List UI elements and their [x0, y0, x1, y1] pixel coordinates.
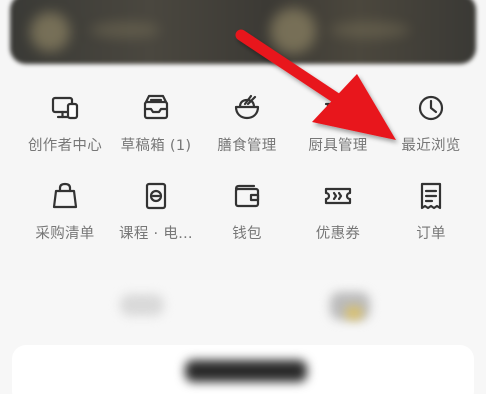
recent-browsing-item[interactable]: 最近浏览 — [383, 92, 479, 172]
wallet-icon — [231, 180, 263, 212]
courses-item[interactable]: 课程 · 电… — [108, 180, 204, 260]
coupon-ticket-icon — [322, 180, 354, 212]
top-banner[interactable] — [10, 0, 476, 64]
course-book-icon — [140, 180, 172, 212]
feature-grid: 创作者中心 草稿箱 (1) 膳食管理 厨具管理 最近浏览 采购清单 课程 · 电… — [0, 76, 486, 276]
drafts-label: 草稿箱 (1) — [120, 138, 192, 154]
coupons-item[interactable]: 优惠券 — [290, 180, 386, 260]
shopping-list-item[interactable]: 采购清单 — [17, 180, 113, 260]
page: 创作者中心 草稿箱 (1) 膳食管理 厨具管理 最近浏览 采购清单 课程 · 电… — [0, 0, 486, 394]
kitchenware-management-label: 厨具管理 — [308, 138, 368, 154]
feature-row-2: 采购清单 课程 · 电… 钱包 优惠券 订单 — [0, 180, 486, 260]
coupons-label: 优惠券 — [315, 226, 361, 242]
meal-management-label: 膳食管理 — [217, 138, 277, 154]
wallet-label: 钱包 — [232, 226, 262, 242]
kitchenware-icon — [322, 92, 354, 124]
courses-label: 课程 · 电… — [119, 226, 193, 242]
drafts-item[interactable]: 草稿箱 (1) — [108, 92, 204, 172]
orders-item[interactable]: 订单 — [383, 180, 479, 260]
wallet-item[interactable]: 钱包 — [199, 180, 295, 260]
creator-center-icon — [49, 92, 81, 124]
shopping-bag-icon — [49, 180, 81, 212]
creator-center-item[interactable]: 创作者中心 — [17, 92, 113, 172]
kitchenware-management-item[interactable]: 厨具管理 — [290, 92, 386, 172]
meal-management-item[interactable]: 膳食管理 — [199, 92, 295, 172]
drafts-tray-icon — [140, 92, 172, 124]
bottom-card-blurred-text — [185, 360, 307, 382]
creator-center-label: 创作者中心 — [28, 138, 102, 154]
meal-bowl-icon — [231, 92, 263, 124]
shopping-list-label: 采购清单 — [35, 226, 95, 242]
order-receipt-icon — [415, 180, 447, 212]
recent-browsing-label: 最近浏览 — [401, 138, 461, 154]
orders-label: 订单 — [416, 226, 446, 242]
clock-icon — [415, 92, 447, 124]
feature-row-1: 创作者中心 草稿箱 (1) 膳食管理 厨具管理 最近浏览 — [0, 92, 486, 172]
